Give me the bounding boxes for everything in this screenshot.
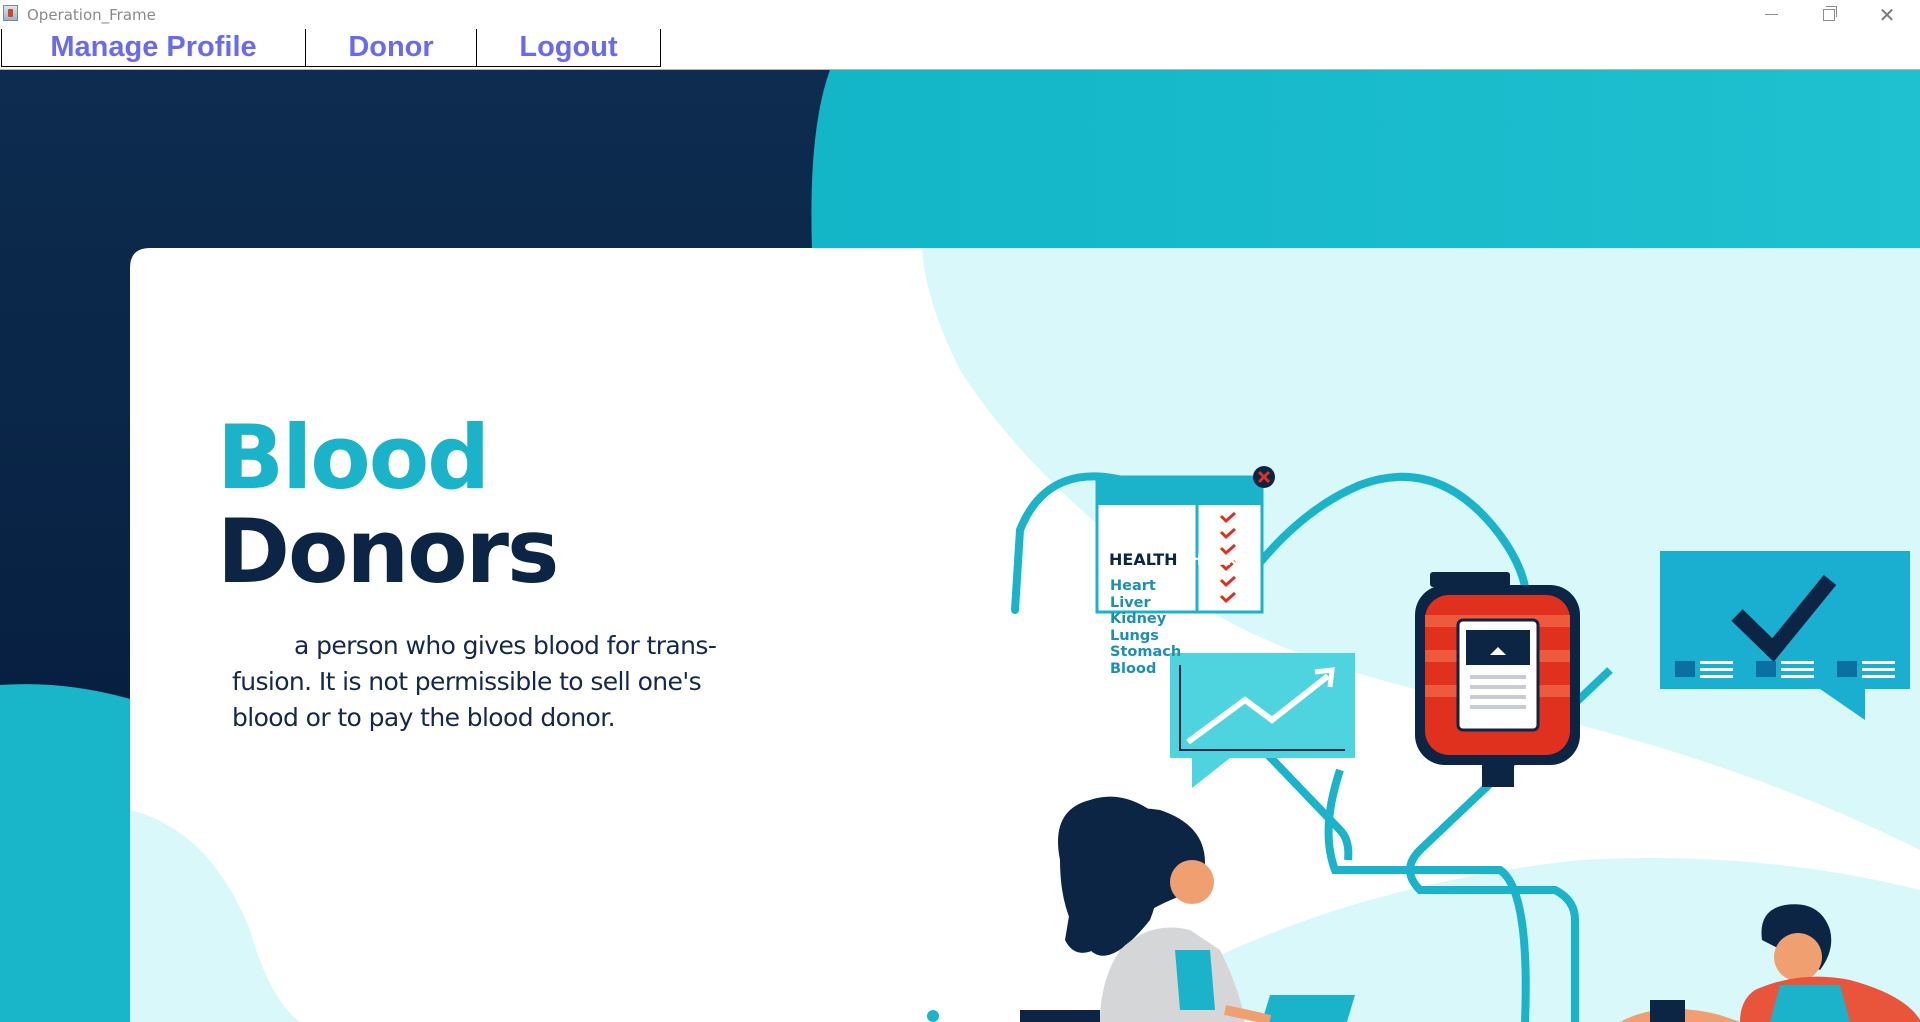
check-card-line xyxy=(1862,675,1895,678)
teal-left-shape xyxy=(0,684,140,1022)
check-card-line xyxy=(1781,675,1814,678)
check-card-swatch xyxy=(1756,661,1776,677)
health-check-item: Stomach xyxy=(1110,644,1182,660)
menu-logout[interactable]: Logout xyxy=(476,29,661,67)
teal-top-shape xyxy=(811,70,1920,250)
health-check-title: HEALTHCHECK xyxy=(1109,550,1238,569)
description-line: blood or to pay the blood donor. xyxy=(232,703,616,732)
check-card-line xyxy=(1781,661,1814,664)
health-check-title-part1: HEALTH xyxy=(1109,550,1178,569)
window-title-bar: Operation_Frame ✕ xyxy=(0,0,1920,29)
close-button[interactable]: ✕ xyxy=(1858,0,1916,29)
description-line: a person who gives blood for trans- xyxy=(294,631,717,660)
check-card-line xyxy=(1781,668,1814,671)
check-card-swatch xyxy=(1837,661,1857,677)
blood-bag-label-line xyxy=(1470,695,1526,699)
check-card-line xyxy=(1862,661,1895,664)
check-card-swatch xyxy=(1675,661,1695,677)
health-check-item: Blood xyxy=(1110,660,1157,677)
close-icon: ✕ xyxy=(1878,2,1896,27)
check-card-line xyxy=(1862,668,1895,671)
blood-bag-label-line xyxy=(1470,675,1526,679)
blood-bag-valve xyxy=(1482,765,1514,787)
health-check-title-part2: CHECK xyxy=(1177,550,1238,569)
minimize-icon xyxy=(1764,14,1778,15)
blood-bag-label-line xyxy=(1470,685,1526,689)
check-card-line xyxy=(1700,661,1733,664)
blood-bag-label-line xyxy=(1470,705,1526,709)
health-check-item: Kidney xyxy=(1110,611,1167,627)
restore-icon xyxy=(1823,5,1837,21)
headline-blood: Blood xyxy=(217,406,490,509)
health-check-item: Heart xyxy=(1110,578,1156,594)
minimize-button[interactable] xyxy=(1742,0,1800,29)
window-title: Operation_Frame xyxy=(27,6,156,24)
java-app-icon xyxy=(3,5,18,21)
check-card-line xyxy=(1700,675,1733,678)
decor-dot xyxy=(927,1010,939,1022)
check-card-line xyxy=(1700,668,1733,671)
hero-banner: Blood Donors a person who gives blood fo… xyxy=(0,70,1920,1022)
health-check-header xyxy=(1097,477,1262,505)
description-line: fusion. It is not permissible to sell on… xyxy=(232,667,702,696)
hero-description: a person who gives blood for trans- fusi… xyxy=(232,628,752,736)
health-check-item: Lungs xyxy=(1110,627,1159,644)
health-check-item: Liver xyxy=(1110,594,1151,611)
menu-donor[interactable]: Donor xyxy=(305,29,477,67)
health-check-list: Heart Liver Kidney Lungs Stomach Blood xyxy=(1110,578,1181,677)
menu-manage-profile[interactable]: Manage Profile xyxy=(1,29,306,67)
restore-button[interactable] xyxy=(1800,0,1858,29)
menu-bar: Manage Profile Donor Logout xyxy=(0,29,1920,70)
headline-donors: Donors xyxy=(217,500,559,603)
blood-bag-hanger xyxy=(1430,572,1510,587)
